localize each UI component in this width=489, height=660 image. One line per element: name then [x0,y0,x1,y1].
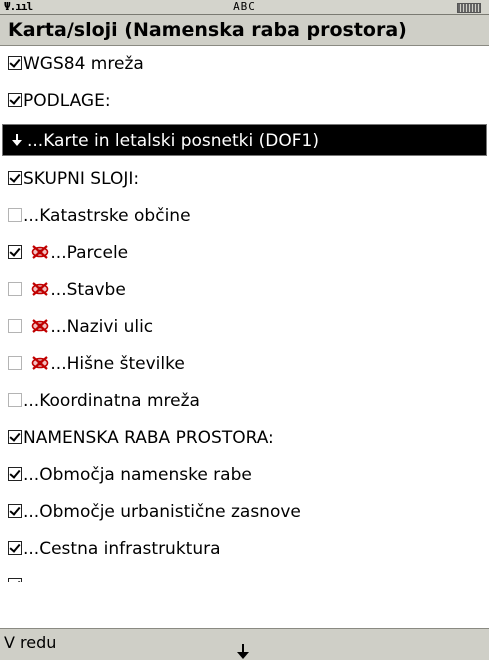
checkbox[interactable] [8,578,22,582]
scroll-down-arrow-icon [237,644,249,659]
list-item[interactable]: SKUPNI SLOJI: [0,161,489,198]
list-item-label: ...Katastrske občine [23,206,191,226]
checkbox[interactable] [8,541,22,555]
list-item-label: WGS84 mreža [23,54,144,74]
page-title: Karta/sloji (Namenska raba prostora) [8,19,407,41]
arrow-down-icon [12,134,22,146]
softkey-bar: V redu [0,628,489,660]
hidden-eye-icon [32,319,49,333]
list-item[interactable]: ...Parcele [0,235,489,272]
list-item-label: PODLAGE: [23,91,111,111]
checkbox[interactable] [8,356,22,370]
list-item-partial[interactable] [0,568,489,582]
list-item[interactable]: ...Cestna infrastruktura [0,531,489,568]
title-bar: Karta/sloji (Namenska raba prostora) [0,15,489,46]
checkbox[interactable] [8,430,22,444]
checkbox[interactable] [8,467,22,481]
battery-icon [457,3,481,13]
list-item-selected[interactable]: ...Karte in letalski posnetki (DOF1) [2,124,487,156]
list-item[interactable]: ...Območja namenske rabe [0,457,489,494]
list-item-label: ...Karte in letalski posnetki (DOF1) [27,131,319,151]
list-item[interactable]: ...Koordinatna mreža [0,383,489,420]
list-item-label: ...Hišne številke [50,354,185,374]
checkbox[interactable] [8,319,22,333]
list-item[interactable]: ...Katastrske občine [0,198,489,235]
list-item-label: ...Koordinatna mreža [23,391,200,411]
checkbox[interactable] [8,56,22,70]
list-item-label: SKUPNI SLOJI: [23,169,140,189]
list-item[interactable]: ...Območje urbanistične zasnove [0,494,489,531]
checkbox[interactable] [8,93,22,107]
list-item-label: ...Stavbe [50,280,126,300]
hidden-eye-icon [32,282,49,296]
checkbox[interactable] [8,208,22,222]
list-item[interactable]: WGS84 mreža [0,46,489,83]
list-item-label: ...Cestna infrastruktura [23,539,221,559]
hidden-eye-icon [32,245,49,259]
checkbox[interactable] [8,504,22,518]
status-bar: Ψ.ııl ABC [0,0,489,15]
layer-list: WGS84 mreža PODLAGE: ...Karte in letalsk… [0,46,489,582]
list-item-label: ...Območje urbanistične zasnove [23,502,301,522]
checkbox[interactable] [8,171,22,185]
checkbox[interactable] [8,282,22,296]
checkbox[interactable] [8,245,22,259]
list-item[interactable]: PODLAGE: [0,83,489,120]
checkbox[interactable] [8,393,22,407]
input-mode-indicator: ABC [233,0,256,13]
list-item-label: ...Nazivi ulic [50,317,154,337]
list-item-label: ...Območja namenske rabe [23,465,252,485]
list-item[interactable]: ...Stavbe [0,272,489,309]
hidden-eye-icon [32,356,49,370]
list-item[interactable]: NAMENSKA RABA PROSTORA: [0,420,489,457]
ok-softkey[interactable]: V redu [4,633,56,652]
list-item[interactable]: ...Hišne številke [0,346,489,383]
list-item-label: NAMENSKA RABA PROSTORA: [23,428,274,448]
list-item-label: ...Parcele [50,243,129,263]
list-item[interactable]: ...Nazivi ulic [0,309,489,346]
